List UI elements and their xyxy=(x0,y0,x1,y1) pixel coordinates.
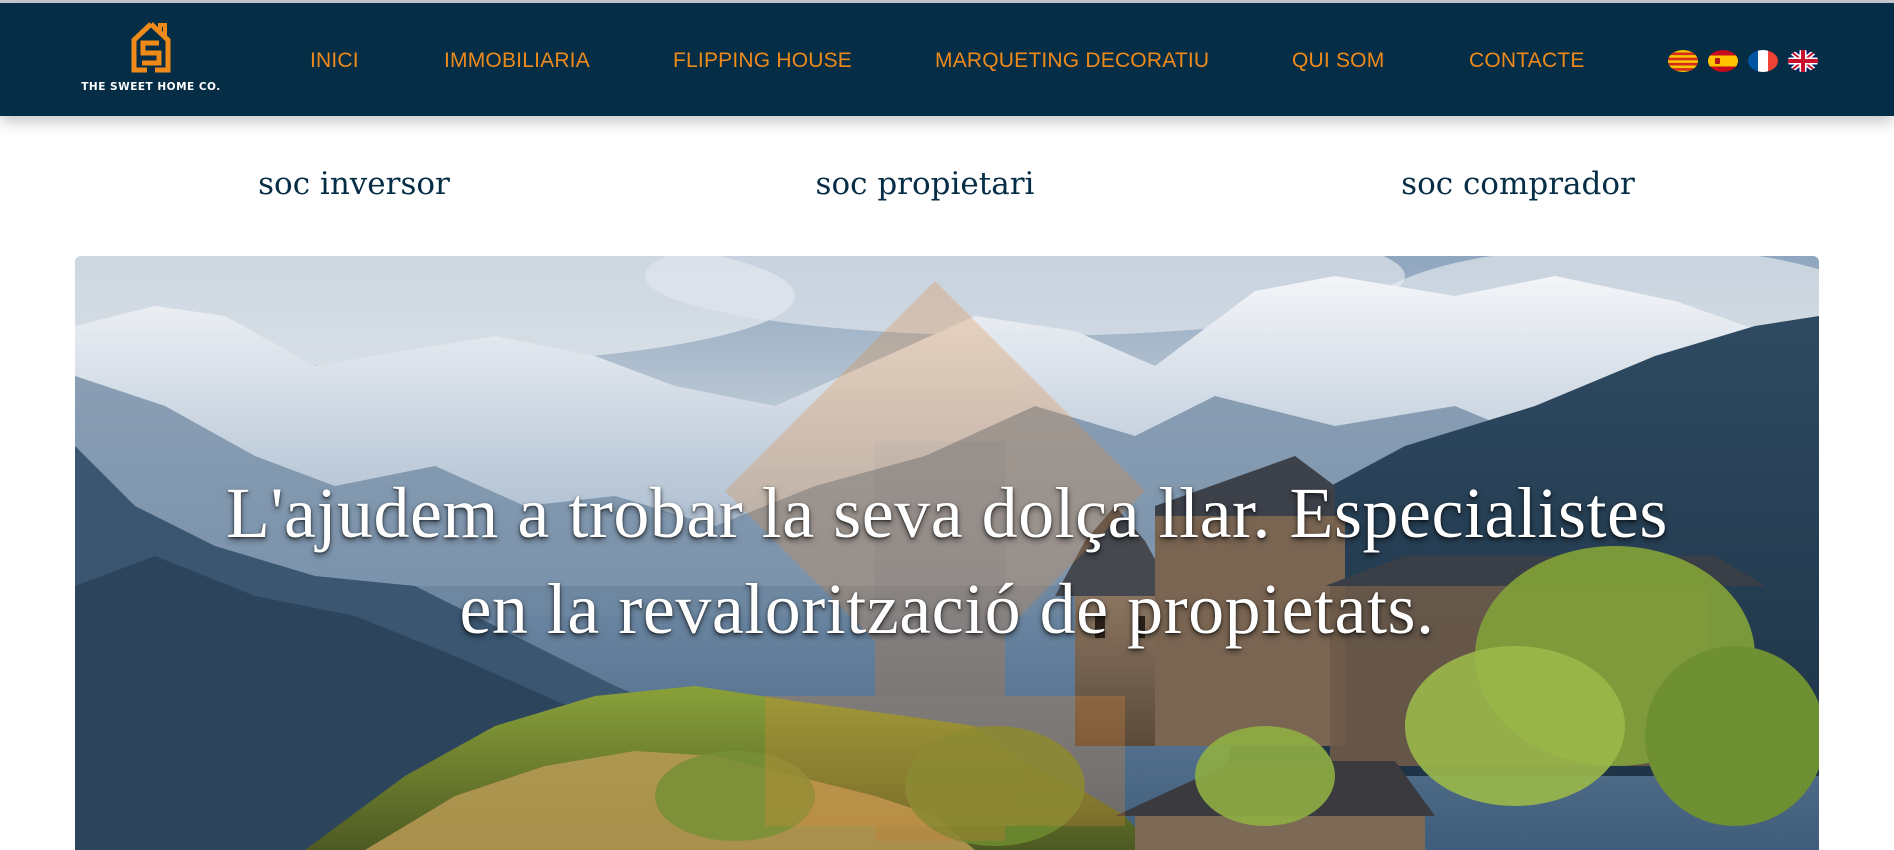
role-inversor-link[interactable]: soc inversor xyxy=(258,166,450,202)
nav-item-contacte[interactable]: CONTACTE xyxy=(1469,49,1585,73)
hero-headline-line1: L'ajudem a trobar la seva dolça llar. Es… xyxy=(226,473,1668,553)
top-navbar: THE SWEET HOME CO. INICI IMMOBILIARIA FL… xyxy=(0,3,1894,116)
role-propietari-link[interactable]: soc propietari xyxy=(816,166,1035,202)
nav-item-immobiliaria[interactable]: IMMOBILIARIA xyxy=(444,49,590,73)
uk-flag-icon[interactable] xyxy=(1788,49,1818,73)
spanish-flag-icon[interactable] xyxy=(1708,49,1738,73)
brand-name: THE SWEET HOME CO. xyxy=(81,81,221,93)
nav-item-marqueting-decoratiu[interactable]: MARQUETING DECORATIU xyxy=(935,49,1209,73)
catalan-flag-icon[interactable] xyxy=(1668,49,1698,73)
hero-banner: L'ajudem a trobar la seva dolça llar. Es… xyxy=(75,256,1819,850)
hero-headline: L'ajudem a trobar la seva dolça llar. Es… xyxy=(75,465,1819,657)
role-comprador-link[interactable]: soc comprador xyxy=(1401,166,1635,202)
nav-item-flipping-house[interactable]: FLIPPING HOUSE xyxy=(673,49,852,73)
brand-logo[interactable]: THE SWEET HOME CO. xyxy=(77,21,225,101)
nav-item-qui-som[interactable]: QUI SOM xyxy=(1292,49,1384,73)
hero-headline-line2: en la revalorització de propietats. xyxy=(459,569,1435,649)
role-links: soc inversor soc propietari soc comprado… xyxy=(0,160,1894,220)
french-flag-icon[interactable] xyxy=(1748,49,1778,73)
house-s-logo-icon xyxy=(131,22,171,73)
nav-item-inici[interactable]: INICI xyxy=(310,49,359,73)
